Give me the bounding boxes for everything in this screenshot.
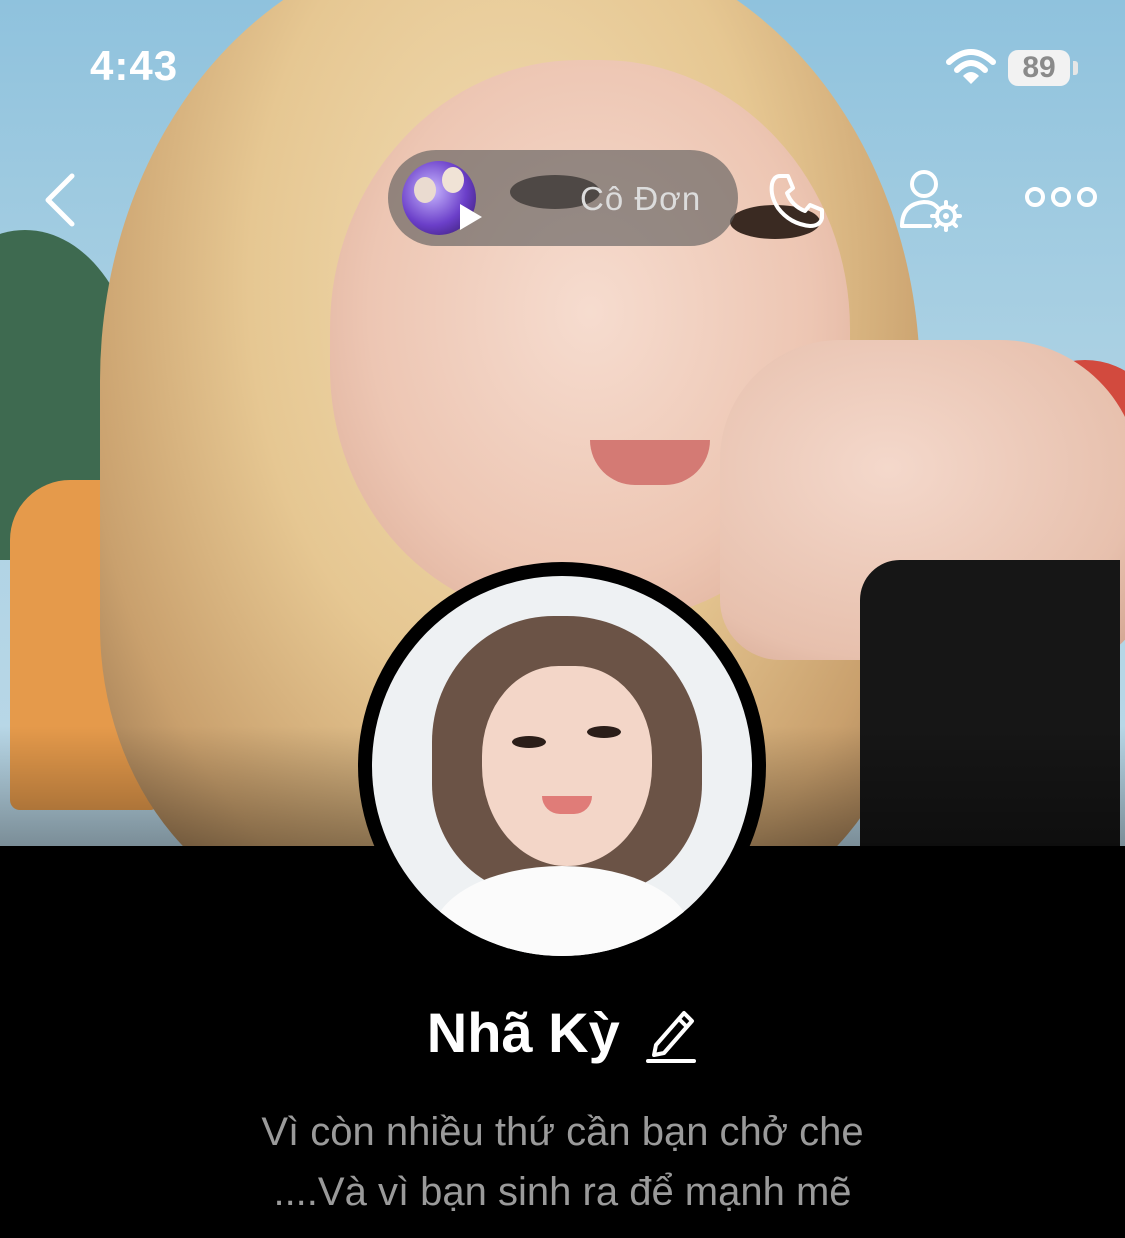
battery-cap <box>1073 61 1078 75</box>
profile-bio-line1: Vì còn nhiều thứ cần bạn chở che <box>261 1110 864 1154</box>
edit-icon[interactable] <box>644 1003 698 1063</box>
music-title: Cô Đơn <box>580 180 702 217</box>
profile-bio-line2: ....Và vì bạn sinh ra để mạnh mẽ <box>273 1170 852 1214</box>
avatar-photo <box>372 576 752 956</box>
battery-icon: 89 <box>1008 50 1070 86</box>
battery-level: 89 <box>1022 51 1056 84</box>
more-icon[interactable] <box>1024 184 1098 210</box>
call-icon[interactable] <box>766 170 828 232</box>
profile-name-row: Nhã Kỳ <box>0 1000 1125 1065</box>
back-icon[interactable] <box>38 170 88 230</box>
wifi-icon <box>946 49 996 84</box>
profile-name: Nhã Kỳ <box>426 1001 620 1064</box>
user-settings-icon[interactable] <box>896 166 964 234</box>
music-player-pill[interactable]: Cô Đơn <box>388 150 738 246</box>
profile-avatar[interactable] <box>358 562 766 970</box>
status-time: 4:43 <box>90 42 179 89</box>
play-icon[interactable] <box>458 202 484 232</box>
